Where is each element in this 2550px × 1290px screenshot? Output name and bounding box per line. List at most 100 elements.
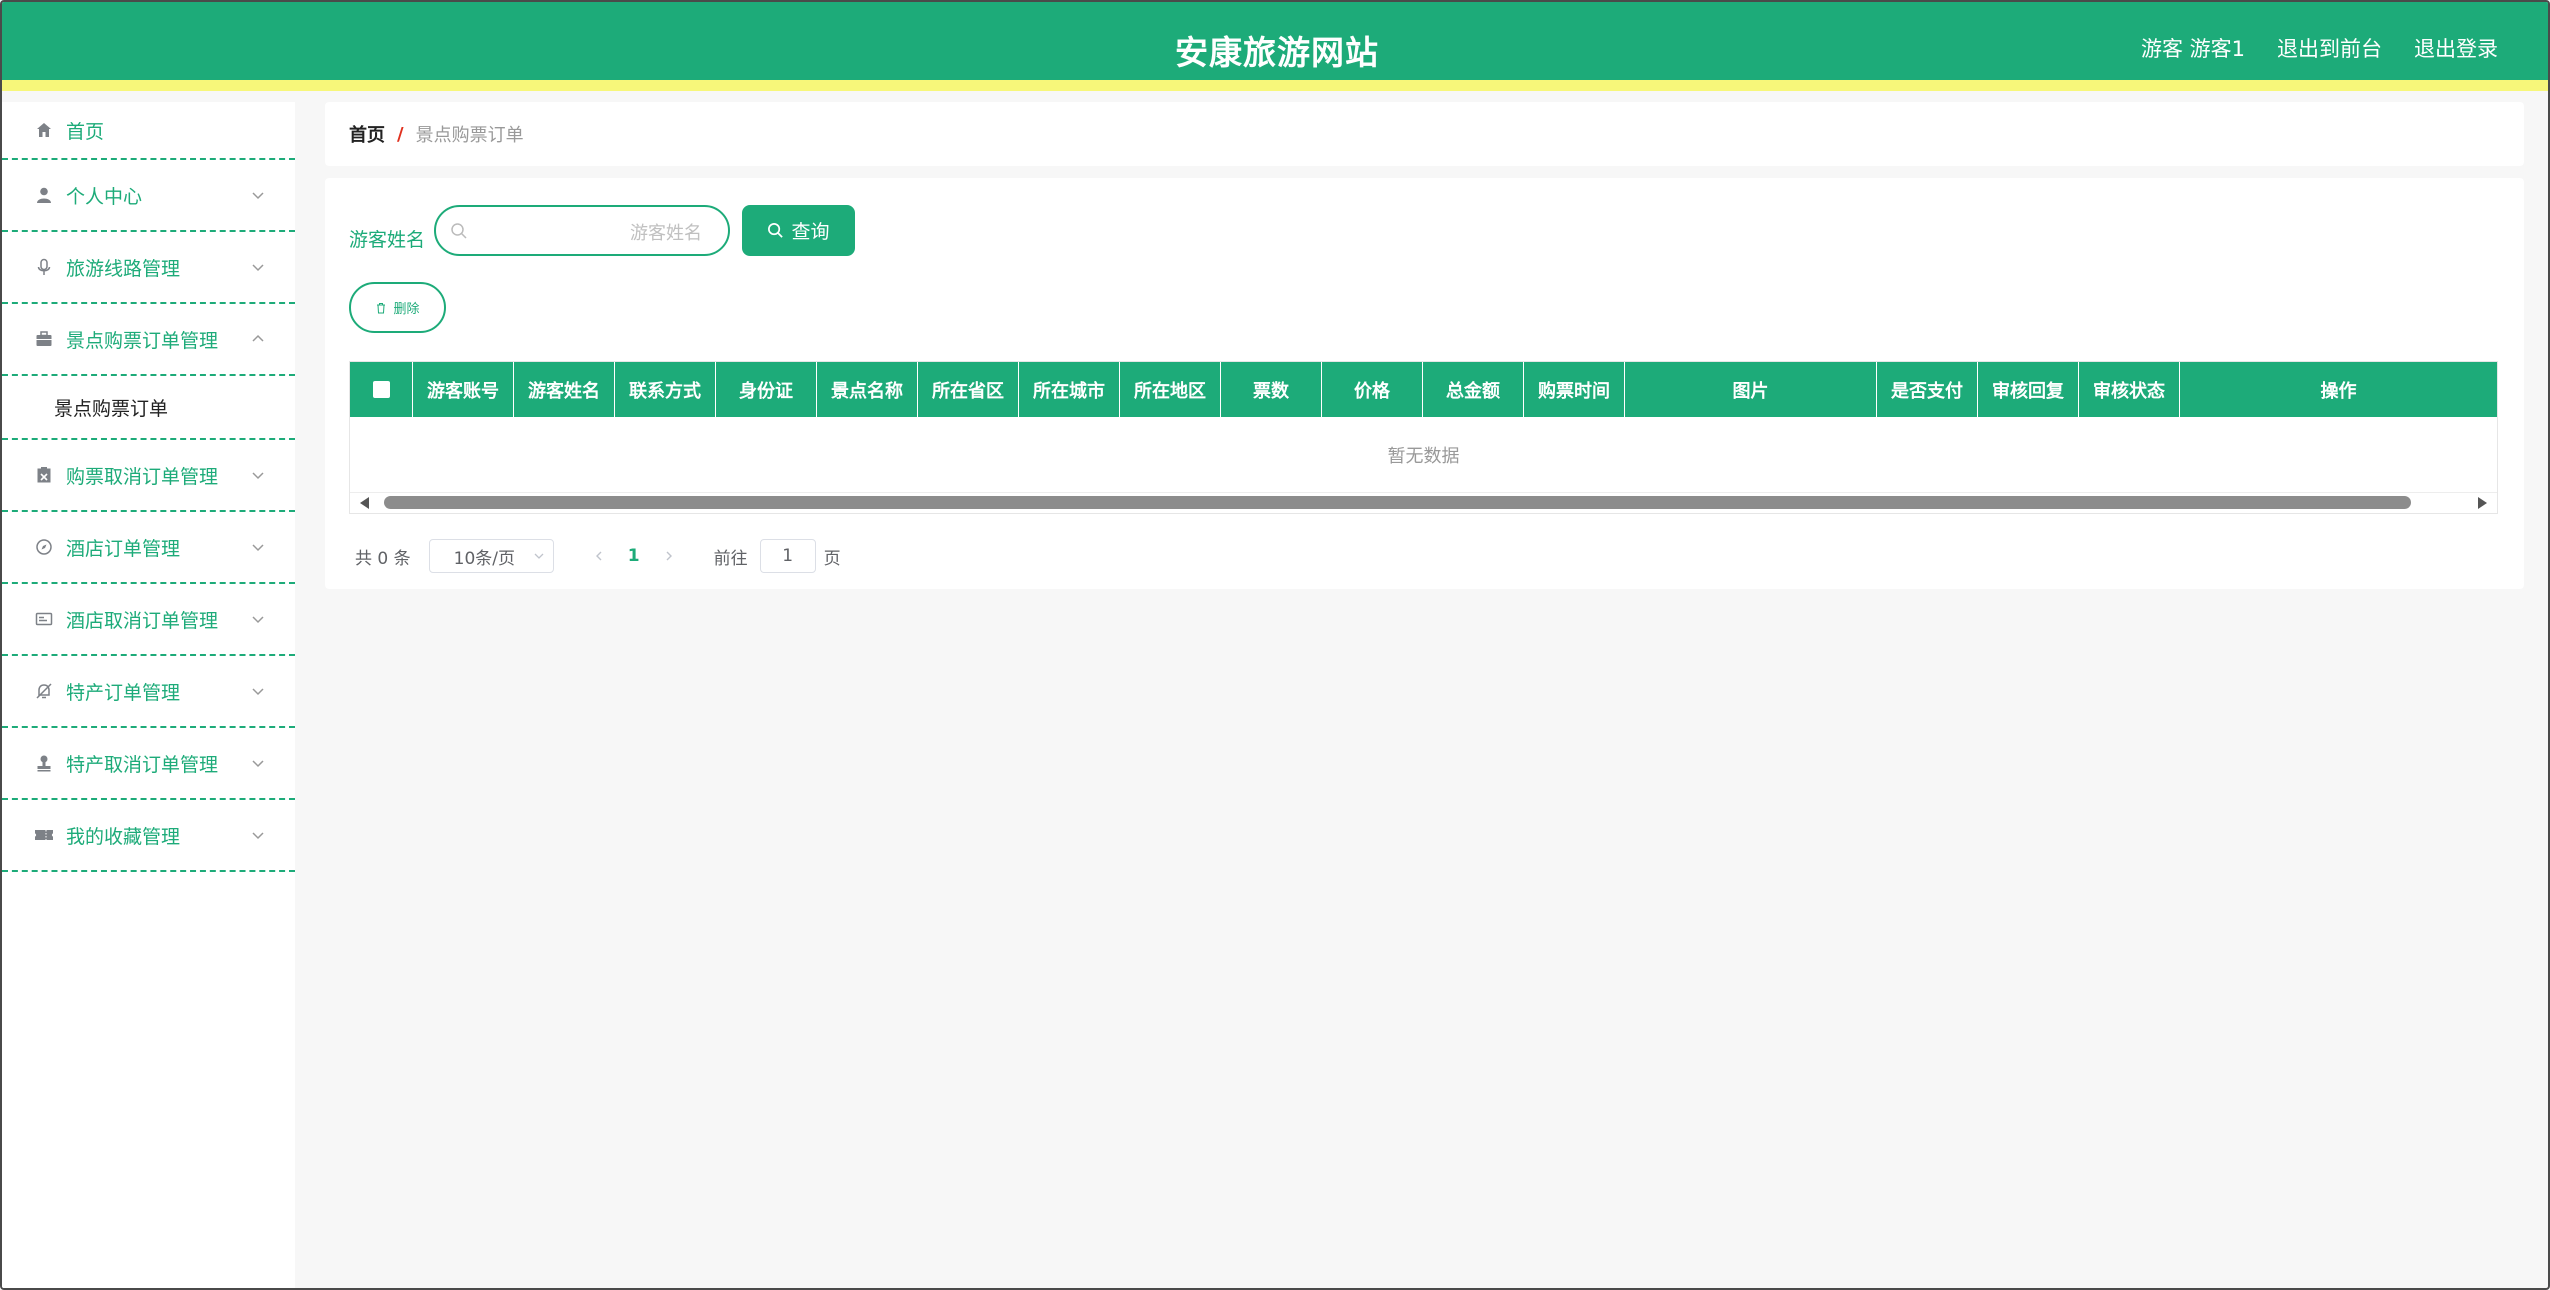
sidebar-item-label: 购票取消订单管理 — [66, 465, 219, 488]
horizontal-scrollbar[interactable] — [350, 493, 2497, 513]
column-header: 游客姓名 — [514, 362, 615, 417]
column-header: 图片 — [1625, 362, 1877, 417]
visitor-name-search-input[interactable]: 游客姓名 — [434, 205, 730, 256]
sidebar-item-hotel-order-management[interactable]: 酒店订单管理 — [2, 512, 295, 584]
sidebar-item-hotel-cancel-management[interactable]: 酒店取消订单管理 — [2, 584, 295, 656]
column-header: 价格 — [1322, 362, 1423, 417]
search-label: 游客姓名 — [349, 229, 426, 251]
home-icon — [34, 120, 54, 140]
query-button[interactable]: 查询 — [742, 205, 855, 256]
header-links: 游客 游客1 退出到前台 退出登录 — [2141, 33, 2498, 63]
page-size-select[interactable]: 10条/页 — [428, 539, 554, 573]
stamp-icon — [34, 753, 54, 773]
sidebar-item-label: 个人中心 — [66, 185, 143, 208]
chevron-down-icon — [252, 832, 264, 840]
app-window: 安康旅游网站 游客 游客1 退出到前台 退出登录 首页 个人中心 旅游线路管理 — [0, 0, 2550, 1290]
sidebar-subitem-ticket-order[interactable]: 景点购票订单 — [2, 376, 295, 440]
chevron-down-icon — [252, 544, 264, 552]
column-header: 联系方式 — [615, 362, 716, 417]
column-header: 所在省区 — [918, 362, 1019, 417]
table-header: 游客账号 游客姓名 联系方式 身份证 景点名称 所在省区 所在城市 所在地区 票… — [350, 362, 2497, 417]
sidebar-item-label: 首页 — [66, 120, 105, 143]
back-to-front-link[interactable]: 退出到前台 — [2277, 33, 2382, 63]
scroll-right-arrow[interactable] — [2478, 497, 2487, 509]
delete-button-label: 删除 — [393, 302, 420, 317]
chevron-left-icon — [595, 551, 602, 561]
chevron-down-icon — [252, 616, 264, 624]
main-content: 首页 / 景点购票订单 游客姓名 游客姓名 查询 删除 游客账号 游客姓名 联系… — [325, 102, 2524, 589]
sidebar-item-specialty-cancel-management[interactable]: 特产取消订单管理 — [2, 728, 295, 800]
select-all-cell — [350, 362, 413, 417]
sidebar-item-label: 特产取消订单管理 — [66, 753, 219, 776]
query-button-label: 查询 — [791, 221, 830, 243]
breadcrumb-current: 景点购票订单 — [415, 125, 524, 146]
search-icon — [768, 223, 784, 238]
sidebar-item-label: 酒店订单管理 — [66, 537, 181, 560]
trash-icon — [377, 302, 386, 313]
delete-button[interactable]: 删除 — [349, 282, 446, 333]
sidebar-item-route-management[interactable]: 旅游线路管理 — [2, 232, 295, 304]
page-unit-label: 页 — [823, 548, 841, 569]
chevron-down-icon — [252, 472, 264, 480]
chevron-right-icon — [666, 551, 672, 561]
ticket-icon — [34, 825, 54, 845]
sidebar-item-ticket-cancel-management[interactable]: 购票取消订单管理 — [2, 440, 295, 512]
sidebar-item-ticket-order-management[interactable]: 景点购票订单管理 — [2, 304, 295, 376]
prev-page-button[interactable] — [584, 541, 614, 571]
column-header: 审核状态 — [2079, 362, 2180, 417]
logout-link[interactable]: 退出登录 — [2414, 33, 2498, 63]
orders-table: 游客账号 游客姓名 联系方式 身份证 景点名称 所在省区 所在城市 所在地区 票… — [349, 361, 2498, 514]
breadcrumb: 首页 / 景点购票订单 — [325, 102, 2524, 166]
pagination: 共 0 条 10条/页 1 前往 页 — [355, 538, 841, 574]
page-size-value: 10条/页 — [453, 548, 515, 569]
sidebar-item-favorites-management[interactable]: 我的收藏管理 — [2, 800, 295, 872]
bell-off-icon — [34, 681, 54, 701]
search-placeholder: 游客姓名 — [630, 223, 702, 244]
breadcrumb-home[interactable]: 首页 — [349, 121, 385, 147]
chevron-up-icon — [252, 334, 264, 342]
scrollbar-thumb[interactable] — [384, 496, 2411, 509]
table-empty-text: 暂无数据 — [350, 417, 2497, 493]
sidebar-item-specialty-order-management[interactable]: 特产订单管理 — [2, 656, 295, 728]
chevron-down-icon — [534, 553, 544, 559]
microphone-icon — [34, 257, 54, 277]
sidebar-item-label: 旅游线路管理 — [66, 257, 181, 280]
column-header: 票数 — [1221, 362, 1322, 417]
column-header: 审核回复 — [1978, 362, 2079, 417]
search-icon — [451, 223, 467, 239]
breadcrumb-separator: / — [397, 123, 404, 145]
column-header: 购票时间 — [1524, 362, 1625, 417]
column-header: 景点名称 — [817, 362, 918, 417]
sidebar-item-label: 我的收藏管理 — [66, 825, 181, 848]
card-icon — [34, 609, 54, 629]
select-all-checkbox[interactable] — [372, 381, 390, 398]
sidebar-item-label: 酒店取消订单管理 — [66, 609, 219, 632]
chevron-down-icon — [252, 264, 264, 272]
sidebar-item-personal-center[interactable]: 个人中心 — [2, 160, 295, 232]
column-header: 所在地区 — [1120, 362, 1221, 417]
column-header: 是否支付 — [1877, 362, 1978, 417]
column-header: 总金额 — [1423, 362, 1524, 417]
sidebar: 首页 个人中心 旅游线路管理 景点购票订单管理 景点购票订单 购票取消订单管理 … — [2, 102, 295, 1288]
column-header: 所在城市 — [1019, 362, 1120, 417]
briefcase-icon — [34, 329, 54, 349]
current-user-label: 游客 游客1 — [2140, 37, 2245, 61]
sidebar-item-label: 景点购票订单管理 — [66, 329, 219, 352]
top-header: 安康旅游网站 游客 游客1 退出到前台 退出登录 — [2, 2, 2548, 91]
user-icon — [34, 185, 54, 205]
column-header: 身份证 — [716, 362, 817, 417]
chevron-down-icon — [252, 760, 264, 768]
next-page-button[interactable] — [654, 541, 684, 571]
sidebar-item-label: 特产订单管理 — [66, 681, 181, 704]
page-number-current[interactable]: 1 — [614, 546, 654, 566]
chevron-down-icon — [252, 192, 264, 200]
sidebar-item-home[interactable]: 首页 — [2, 102, 295, 160]
scroll-left-arrow[interactable] — [360, 497, 369, 509]
chevron-down-icon — [252, 688, 264, 696]
goto-label: 前往 — [713, 548, 748, 569]
compass-icon — [34, 537, 54, 557]
clipboard-x-icon — [34, 465, 54, 485]
order-list-panel: 游客姓名 游客姓名 查询 删除 游客账号 游客姓名 联系方式 身份证 景点名称 … — [325, 178, 2524, 589]
column-header: 操作 — [2320, 380, 2357, 402]
goto-page-input[interactable] — [759, 539, 816, 573]
